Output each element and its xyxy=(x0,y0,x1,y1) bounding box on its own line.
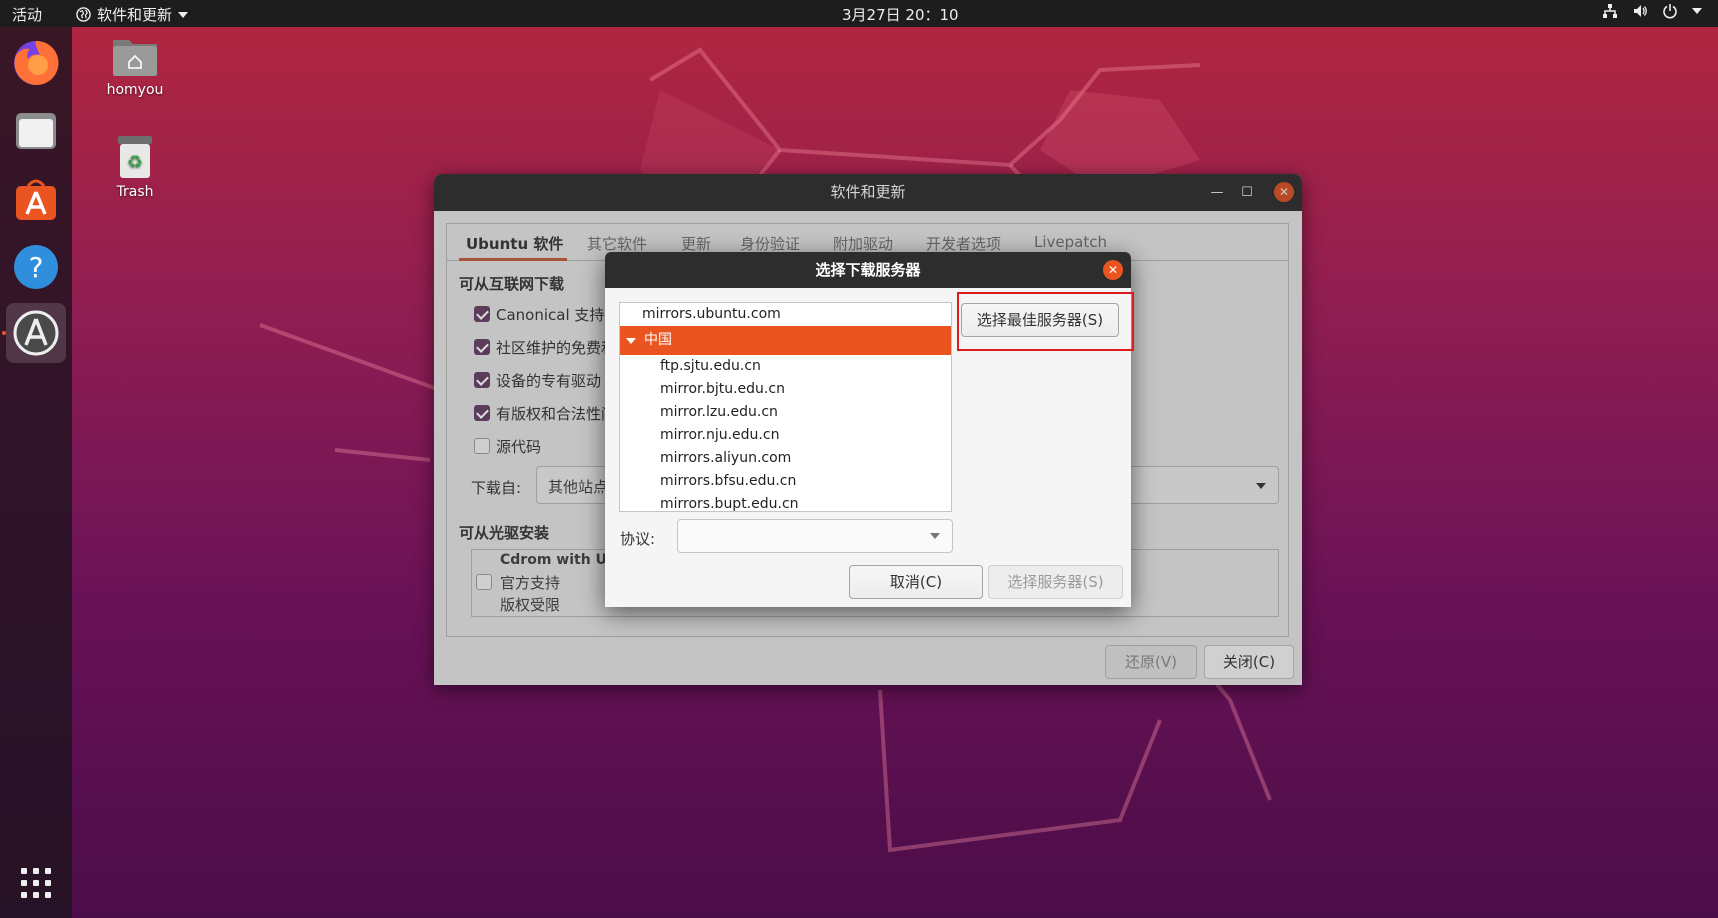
desktop-trash[interactable]: ♻ Trash xyxy=(85,134,185,200)
mirror-tree[interactable]: mirrors.ubuntu.com 中国 ftp.sjtu.edu.cn mi… xyxy=(619,302,952,512)
highlight-annotation xyxy=(957,292,1134,351)
tab-authentication[interactable]: 身份验证 xyxy=(740,233,800,254)
chevron-down-icon xyxy=(930,533,940,539)
mirror-item[interactable]: mirror.lzu.edu.cn xyxy=(620,401,951,424)
chevron-down-icon xyxy=(178,11,189,18)
checkbox-restricted[interactable] xyxy=(474,405,490,421)
download-from-label: 下载自: xyxy=(471,479,522,497)
power-icon xyxy=(1663,4,1677,19)
internet-section-heading: 可从互联网下载 xyxy=(459,275,565,293)
revert-button[interactable]: 还原(V) xyxy=(1105,645,1197,679)
chevron-down-icon xyxy=(1692,8,1702,14)
checkbox-label: 源代码 xyxy=(496,438,542,456)
dialog-title: 选择下载服务器 xyxy=(815,261,921,279)
software-store-icon xyxy=(16,179,56,220)
checkbox-canonical[interactable] xyxy=(474,306,490,322)
desktop-icon-label: Trash xyxy=(116,184,154,200)
expander-down-icon[interactable] xyxy=(626,337,636,344)
files-launcher[interactable] xyxy=(6,101,66,161)
checkbox-cdrom[interactable] xyxy=(476,574,492,590)
activities-button[interactable]: 活动 xyxy=(12,4,42,25)
mirror-item[interactable]: mirrors.ubuntu.com xyxy=(620,303,951,326)
software-launcher[interactable] xyxy=(6,169,66,229)
desktop-icon-label: homyou xyxy=(106,82,164,98)
firefox-launcher[interactable] xyxy=(6,33,66,93)
checkbox-community[interactable] xyxy=(474,339,490,355)
cdrom-line-1: 官方支持 xyxy=(500,574,561,592)
mirror-item[interactable]: ftp.sjtu.edu.cn xyxy=(620,355,951,378)
clock[interactable]: 3月27日 20：10 xyxy=(842,4,959,25)
trash-icon: ♻ xyxy=(118,136,152,178)
help-launcher[interactable]: ? xyxy=(6,237,66,297)
tab-additional-drivers[interactable]: 附加驱动 xyxy=(833,233,893,254)
show-apps-button[interactable] xyxy=(6,853,66,913)
checkbox-drivers[interactable] xyxy=(474,372,490,388)
network-icon xyxy=(1603,4,1617,18)
app-menu[interactable]: 软件和更新 xyxy=(76,4,189,25)
globe-icon xyxy=(76,7,91,22)
window-titlebar[interactable]: 软件和更新 — ☐ ✕ xyxy=(434,174,1302,211)
mirror-group-china[interactable]: 中国 xyxy=(620,326,951,355)
chevron-down-icon xyxy=(1256,483,1266,489)
window-title: 软件和更新 xyxy=(830,183,906,201)
maximize-icon[interactable]: ☐ xyxy=(1238,184,1256,202)
firefox-icon xyxy=(14,40,59,85)
svg-text:?: ? xyxy=(29,251,44,284)
download-from-value: 其他站点 xyxy=(548,478,609,496)
active-tab-indicator xyxy=(459,258,567,261)
close-button[interactable]: 关闭(C) xyxy=(1204,645,1294,679)
software-updater-launcher[interactable] xyxy=(6,303,66,363)
volume-icon xyxy=(1634,5,1647,17)
cancel-button[interactable]: 取消(C) xyxy=(849,565,983,599)
close-icon[interactable]: ✕ xyxy=(1103,260,1123,280)
files-icon xyxy=(16,113,56,149)
dock: ? xyxy=(0,27,72,918)
choose-server-button[interactable]: 选择服务器(S) xyxy=(988,565,1123,599)
system-tray[interactable] xyxy=(1602,3,1702,19)
mirror-item[interactable]: mirror.bjtu.edu.cn xyxy=(620,378,951,401)
desktop-home-folder[interactable]: homyou xyxy=(85,36,185,98)
dialog-titlebar[interactable]: 选择下载服务器 ✕ xyxy=(605,252,1131,288)
app-grid-icon xyxy=(21,868,51,898)
home-folder-icon xyxy=(113,40,157,76)
minimize-icon[interactable]: — xyxy=(1208,184,1226,202)
protocol-combo[interactable] xyxy=(677,519,953,553)
checkbox-source-code[interactable] xyxy=(474,438,490,454)
tab-livepatch[interactable]: Livepatch xyxy=(1034,233,1107,251)
tab-developer-options[interactable]: 开发者选项 xyxy=(926,233,1001,254)
checkbox-label: 有版权和合法性问 xyxy=(496,405,617,423)
tab-other-software[interactable]: 其它软件 xyxy=(587,233,647,254)
checkbox-label: Canonical 支持的 xyxy=(496,306,620,324)
running-indicator xyxy=(2,331,6,335)
top-bar: 活动 软件和更新 3月27日 20：10 xyxy=(0,0,1718,27)
mirror-item[interactable]: mirror.nju.edu.cn xyxy=(620,424,951,447)
svg-text:♻: ♻ xyxy=(127,152,143,173)
help-icon: ? xyxy=(14,245,58,289)
checkbox-label: 社区维护的免费和 xyxy=(496,339,617,357)
software-updates-icon xyxy=(13,310,59,356)
app-menu-label: 软件和更新 xyxy=(97,6,173,24)
mirror-item[interactable]: mirrors.bfsu.edu.cn xyxy=(620,470,951,493)
mirror-group-label: 中国 xyxy=(644,332,672,348)
mirror-item[interactable]: mirrors.aliyun.com xyxy=(620,447,951,470)
close-icon[interactable]: ✕ xyxy=(1274,182,1294,202)
checkbox-label: 设备的专有驱动 ( xyxy=(496,372,612,390)
tab-ubuntu-software[interactable]: Ubuntu 软件 xyxy=(466,233,563,254)
protocol-label: 协议: xyxy=(620,530,656,548)
tab-updates[interactable]: 更新 xyxy=(681,233,711,254)
mirror-item[interactable]: mirrors.bupt.edu.cn xyxy=(620,493,951,511)
cdrom-line-2: 版权受限 xyxy=(500,596,561,614)
cdrom-section-heading: 可从光驱安装 xyxy=(459,524,550,542)
